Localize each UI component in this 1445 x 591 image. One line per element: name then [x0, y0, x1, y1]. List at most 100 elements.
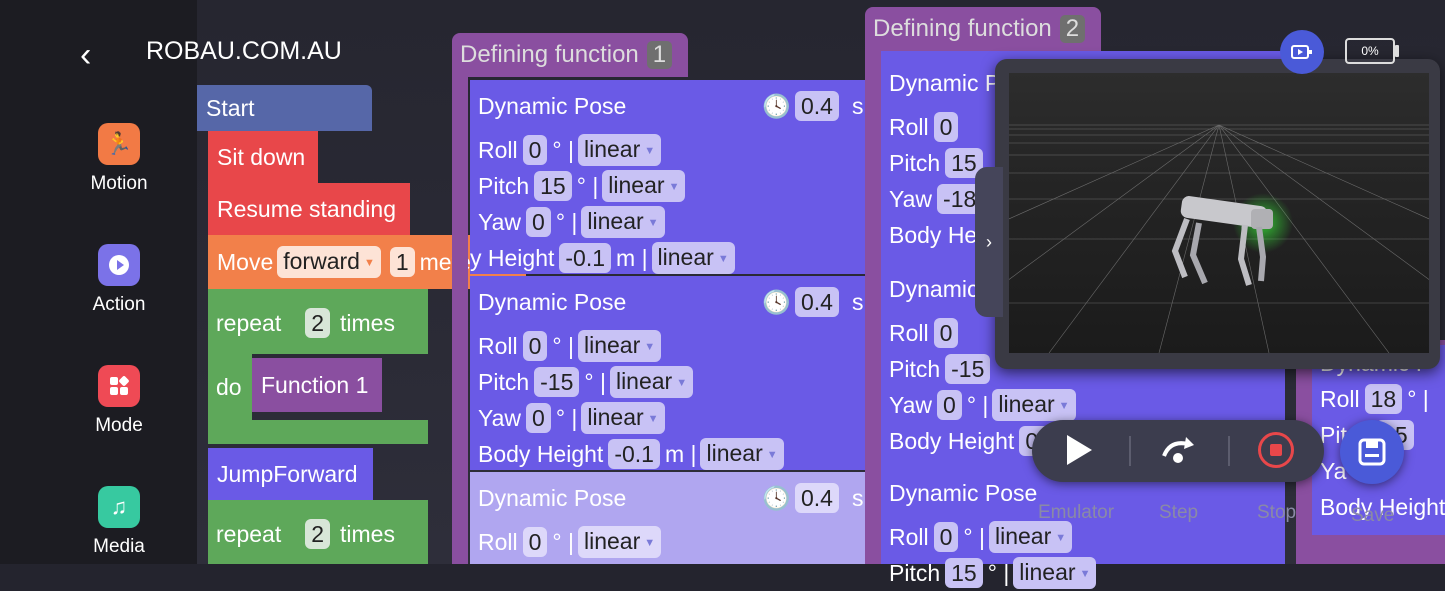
battery-indicator: 0% — [1345, 38, 1395, 64]
interp-dropdown[interactable]: linear ▼ — [581, 206, 665, 238]
sidebar-item-action[interactable]: Action — [60, 244, 178, 316]
body-height-label: y Height — [470, 244, 555, 271]
dynamic-pose-block[interactable]: Dynamic Pose 🕓 0.4 s Roll 0 ° | linear ▼ Pit… — [470, 276, 870, 470]
body-height-input[interactable]: -0.1 — [608, 439, 660, 469]
pitch-label: Pitch — [889, 355, 941, 382]
roll-input[interactable]: 18 — [1364, 384, 1403, 414]
body-height-input[interactable]: -0.1 — [559, 243, 612, 273]
function-call-label: Function 1 — [261, 371, 369, 398]
jump-forward-label: JumpForward — [217, 460, 358, 487]
repeat-block[interactable]: repeat 2 times — [208, 289, 428, 354]
pitch-input[interactable]: -15 — [534, 367, 580, 397]
direction-dropdown[interactable]: forward ▼ — [277, 246, 381, 278]
play-button[interactable] — [1064, 433, 1094, 472]
battery-tip — [1395, 45, 1399, 57]
interp-dropdown[interactable]: linear ▼ — [988, 521, 1073, 553]
repeat-row-2: repeat 2 times — [208, 510, 395, 558]
pose-title: Dynamic Pose — [478, 484, 627, 511]
stop-icon — [1270, 444, 1282, 456]
running-figure-icon: 🏃 — [98, 123, 140, 165]
roll-label: Roll — [478, 528, 518, 555]
pitch-input[interactable]: -15 — [945, 354, 991, 384]
sidebar-item-mode[interactable]: Mode — [60, 365, 178, 437]
save-button[interactable] — [1340, 420, 1404, 484]
step-label: Step — [1159, 502, 1199, 523]
resume-standing-block[interactable]: Resume standing — [208, 183, 410, 235]
collapse-simulator-icon[interactable]: › — [975, 167, 1003, 317]
function-2-header[interactable]: Defining function 2 — [865, 7, 1101, 51]
pitch-input[interactable]: 15 — [534, 171, 572, 201]
sidebar-item-media[interactable]: ♫ Media — [60, 486, 178, 558]
roll-input[interactable]: 0 — [522, 527, 548, 557]
degree-label: ° | — [576, 172, 599, 199]
chevron-down-icon: ▼ — [647, 216, 659, 229]
start-block[interactable]: Start — [197, 85, 372, 131]
sidebar: ‹ ROBAU.COM.AU 🏃 Motion Action Mode ♫ Me… — [0, 0, 342, 564]
interp-value: linear — [998, 391, 1055, 418]
simulator-viewport[interactable] — [1009, 73, 1429, 353]
interp-dropdown[interactable]: linear ▼ — [577, 134, 662, 166]
function-1-header[interactable]: Defining function 1 — [452, 33, 688, 77]
chevron-down-icon: ▼ — [1055, 531, 1067, 544]
pitch-label: Pitch — [889, 149, 941, 176]
roll-input[interactable]: 0 — [522, 331, 548, 361]
interp-dropdown[interactable]: linear ▼ — [651, 242, 735, 274]
sit-down-block[interactable]: Sit down — [208, 131, 318, 183]
interp-dropdown[interactable]: linear ▼ — [602, 170, 686, 202]
yaw-input[interactable]: 0 — [937, 390, 962, 420]
function-call-block[interactable]: Function 1 — [252, 358, 382, 412]
chevron-down-icon: ▼ — [644, 536, 656, 549]
degree-label: ° | — [584, 368, 606, 395]
record-video-icon[interactable] — [1280, 30, 1324, 74]
repeat-count-input[interactable]: 2 — [305, 308, 331, 338]
interp-value: linear — [994, 523, 1052, 550]
function-header-label: Defining function — [873, 15, 1052, 42]
interp-dropdown[interactable]: linear ▼ — [609, 366, 694, 398]
save-icon — [1358, 438, 1386, 466]
interp-dropdown[interactable]: linear ▼ — [581, 402, 665, 434]
interp-value: linear — [583, 136, 641, 163]
function-number: 2 — [1059, 15, 1086, 43]
roll-input[interactable]: 0 — [933, 522, 959, 552]
chevron-down-icon: ▼ — [668, 180, 680, 193]
chevron-down-icon: ▼ — [647, 412, 659, 425]
repeat-count-input[interactable]: 2 — [305, 519, 331, 549]
pose-time-input[interactable]: 0.4 — [795, 91, 839, 121]
dynamic-pose-block[interactable]: Dynamic Pose 🕓 0.4 s Roll 0 ° | linear ▼ — [470, 472, 870, 564]
interp-dropdown[interactable]: linear ▼ — [1013, 557, 1097, 589]
interp-dropdown[interactable]: linear ▼ — [992, 389, 1076, 421]
interp-value: linear — [583, 332, 641, 359]
interp-value: linear — [657, 244, 714, 271]
pose-title: Dynamic Pose — [478, 92, 627, 119]
interp-dropdown[interactable]: linear ▼ — [577, 526, 662, 558]
roll-input[interactable]: 0 — [933, 112, 959, 142]
roll-input[interactable]: 0 — [933, 318, 959, 348]
interp-dropdown[interactable]: linear ▼ — [700, 438, 784, 470]
sidebar-item-label: Motion — [90, 173, 148, 194]
emulator-label: Emulator — [1038, 502, 1115, 523]
roll-label: Roll — [1320, 385, 1360, 412]
sidebar-item-motion[interactable]: 🏃 Motion — [60, 123, 178, 195]
distance-input[interactable]: 1 — [389, 247, 415, 277]
do-label: do — [216, 373, 242, 400]
pose-time-input[interactable]: 0.4 — [795, 483, 839, 513]
yaw-input[interactable]: 0 — [526, 403, 551, 433]
pose-title: Dynamic Pose — [478, 288, 627, 315]
jump-forward-block[interactable]: JumpForward — [208, 448, 373, 500]
degree-label: ° | — [552, 332, 574, 359]
repeat-block-2[interactable]: repeat 2 times — [208, 500, 428, 564]
pitch-input[interactable]: 15 — [945, 558, 983, 588]
playback-controls — [1032, 420, 1324, 482]
pose-time-input[interactable]: 0.4 — [795, 287, 839, 317]
degree-label: ° | — [555, 404, 578, 431]
clock-icon: 🕓 — [762, 92, 791, 119]
back-icon[interactable]: ‹ — [80, 36, 91, 75]
roll-input[interactable]: 0 — [522, 135, 548, 165]
interp-dropdown[interactable]: linear ▼ — [577, 330, 662, 362]
simulator-panel[interactable]: › — [975, 59, 1440, 369]
yaw-input[interactable]: 0 — [526, 207, 551, 237]
degree-label: ° | — [552, 136, 574, 163]
step-button[interactable] — [1160, 434, 1196, 471]
stop-button[interactable] — [1258, 432, 1294, 468]
dynamic-pose-block[interactable]: Dynamic Pose 🕓 0.4 s Roll 0 ° | linear ▼ Pit… — [470, 80, 870, 274]
